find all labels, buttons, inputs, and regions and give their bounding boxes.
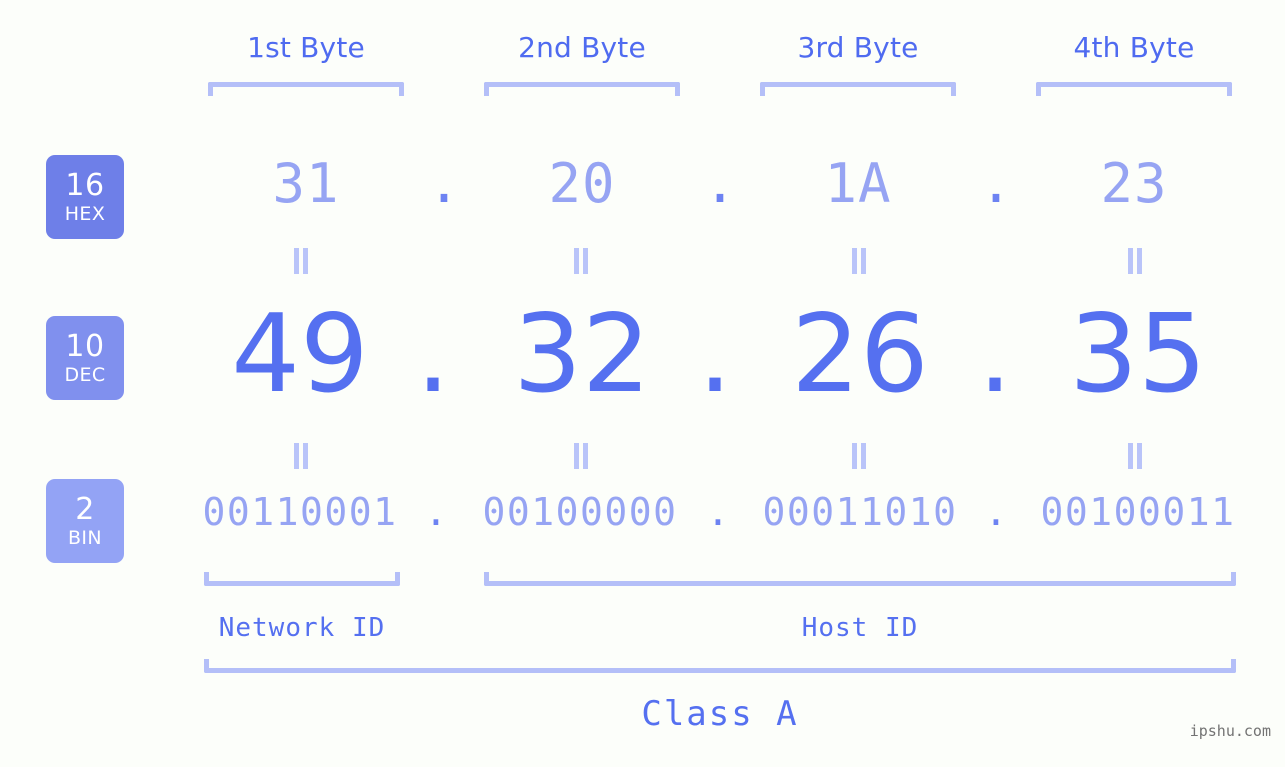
equals-marker-dec-bin-3 <box>850 443 868 469</box>
bin-octet-3: 00011010 <box>762 490 958 534</box>
host-id-bracket <box>484 572 1236 586</box>
equals-marker-hex-dec-1 <box>292 248 310 274</box>
bin-octet-1: 00110001 <box>202 490 398 534</box>
dec-octet-2: 32 <box>513 292 651 417</box>
equals-marker-hex-dec-2 <box>572 248 590 274</box>
equals-marker-dec-bin-2 <box>572 443 590 469</box>
byte-header-label-3: 3rd Byte <box>797 31 919 64</box>
equals-marker-dec-bin-1 <box>292 443 310 469</box>
hex-value-row: 31 . 20 . 1A . 23 <box>0 152 1285 232</box>
watermark: ipshu.com <box>1189 722 1271 740</box>
class-bracket <box>204 659 1236 673</box>
host-id-label: Host ID <box>801 613 919 643</box>
dec-separator-3: . <box>977 292 1013 417</box>
byte-header-label-2: 2nd Byte <box>518 31 646 64</box>
hex-separator-3: . <box>979 152 1013 215</box>
equals-marker-dec-bin-4 <box>1126 443 1144 469</box>
bin-octet-2: 00100000 <box>482 490 678 534</box>
bin-octet-4: 00100011 <box>1040 490 1236 534</box>
network-id-bracket <box>204 572 400 586</box>
dec-separator-1: . <box>415 292 451 417</box>
class-label: Class A <box>641 694 799 734</box>
hex-octet-4: 23 <box>1100 152 1168 215</box>
hex-separator-2: . <box>703 152 737 215</box>
bin-value-row: 00110001 . 00100000 . 00011010 . 0010001… <box>0 490 1285 550</box>
dec-octet-3: 26 <box>791 292 929 417</box>
hex-octet-3: 1A <box>824 152 892 215</box>
network-id-label: Network ID <box>218 613 386 643</box>
dec-octet-4: 35 <box>1069 292 1207 417</box>
byte-header-label-4: 4th Byte <box>1073 31 1195 64</box>
bin-separator-2: . <box>706 490 730 534</box>
dec-value-row: 49 . 32 . 26 . 35 <box>0 292 1285 417</box>
byte-bracket-4 <box>1036 82 1232 96</box>
equals-marker-hex-dec-3 <box>850 248 868 274</box>
byte-bracket-2 <box>484 82 680 96</box>
hex-separator-1: . <box>427 152 461 215</box>
dec-octet-1: 49 <box>231 292 369 417</box>
equals-marker-hex-dec-4 <box>1126 248 1144 274</box>
bin-separator-3: . <box>984 490 1008 534</box>
byte-bracket-3 <box>760 82 956 96</box>
byte-header-label-1: 1st Byte <box>247 31 365 64</box>
byte-bracket-1 <box>208 82 404 96</box>
hex-octet-2: 20 <box>548 152 616 215</box>
bin-separator-1: . <box>424 490 448 534</box>
ip-address-diagram: 1st Byte 2nd Byte 3rd Byte 4th Byte 16 H… <box>0 0 1285 767</box>
dec-separator-2: . <box>697 292 733 417</box>
hex-octet-1: 31 <box>272 152 340 215</box>
